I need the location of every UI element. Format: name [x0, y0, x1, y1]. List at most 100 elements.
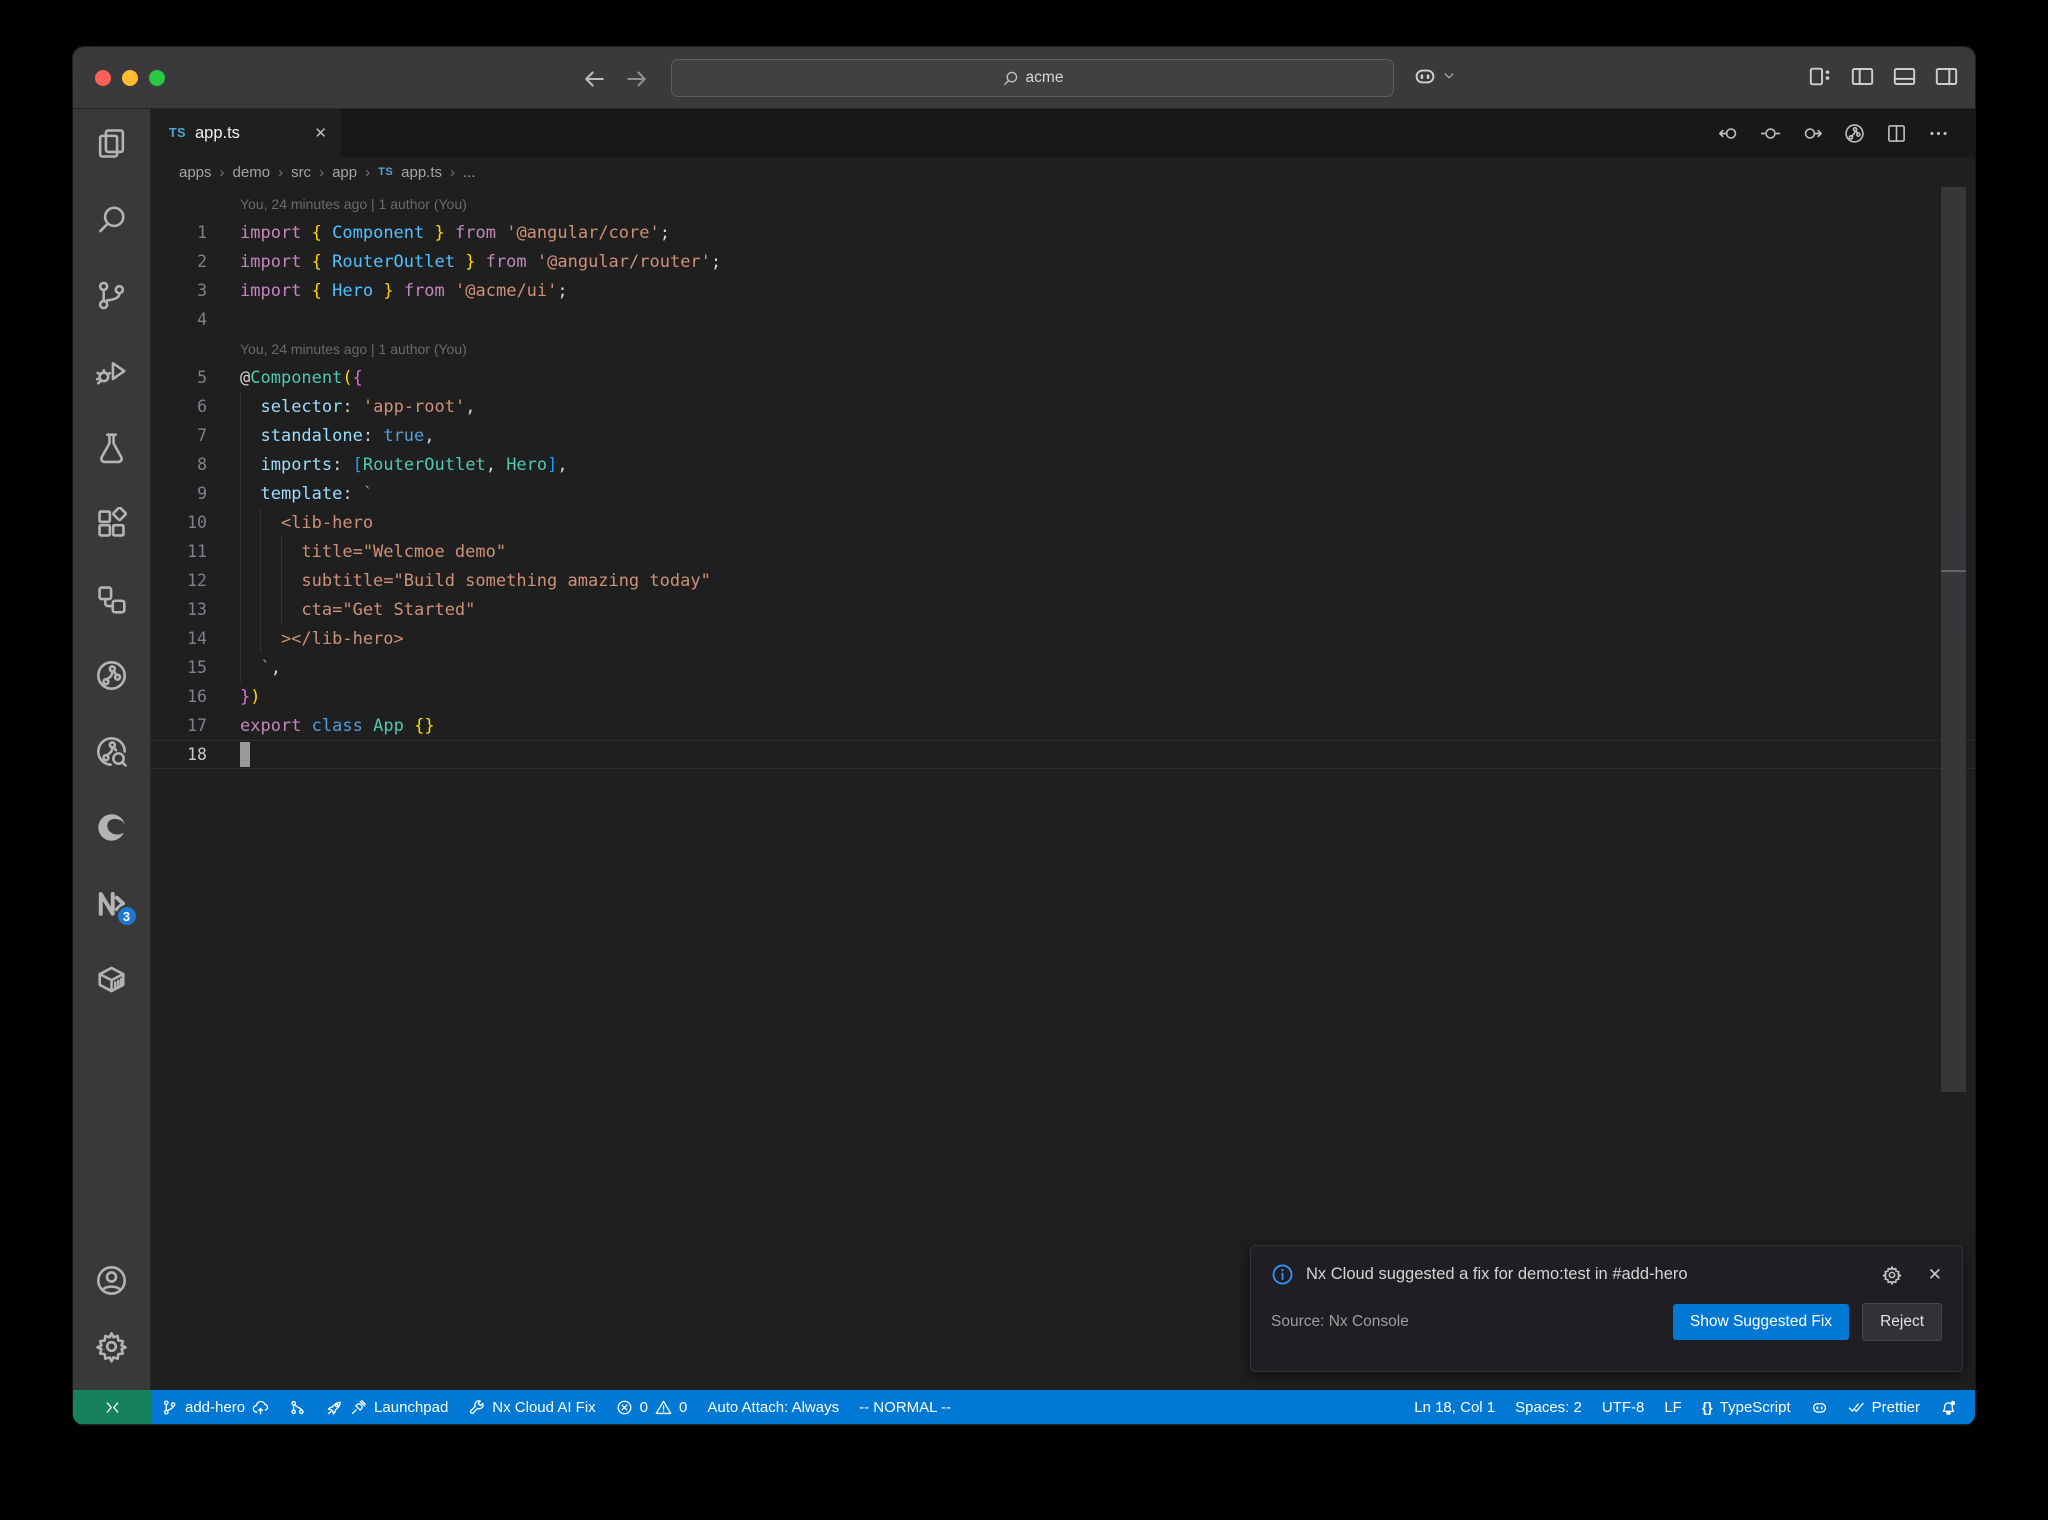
status-item-indentation[interactable]: Spaces: 2 — [1505, 1390, 1592, 1424]
code-line[interactable]: 6 selector: 'app-root', — [151, 392, 1975, 421]
status-item-git-graph[interactable] — [279, 1390, 316, 1424]
status-item-encoding[interactable]: UTF-8 — [1592, 1390, 1655, 1424]
command-center-search[interactable]: acme — [671, 59, 1394, 97]
line-number[interactable]: 8 — [151, 455, 207, 474]
code-content[interactable]: import { Component } from '@angular/core… — [240, 218, 670, 247]
line-number[interactable]: 3 — [151, 281, 207, 300]
breadcrumb-item[interactable]: app.ts — [401, 164, 442, 181]
show-suggested-fix-button[interactable]: Show Suggested Fix — [1672, 1304, 1850, 1340]
arrow-left-icon[interactable] — [581, 66, 607, 92]
line-number[interactable]: 11 — [151, 542, 207, 561]
breadcrumb-item[interactable]: apps — [179, 164, 212, 181]
activity-bar-item-hierarchy[interactable] — [94, 581, 130, 617]
notification-close-icon[interactable]: ✕ — [1928, 1265, 1942, 1285]
code-line[interactable]: 18 — [151, 740, 1975, 769]
line-number[interactable]: 5 — [151, 368, 207, 387]
minimize-window-button[interactable] — [122, 70, 138, 86]
breadcrumb-item[interactable]: ... — [463, 164, 476, 181]
code-line[interactable]: 9 template: ` — [151, 479, 1975, 508]
activity-bar-item-source-control[interactable] — [94, 277, 130, 313]
line-number[interactable]: 13 — [151, 600, 207, 619]
status-item-nx-cloud-ai-fix[interactable]: Nx Cloud AI Fix — [458, 1390, 605, 1424]
code-line[interactable]: 12 subtitle="Build something amazing tod… — [151, 566, 1975, 595]
line-number[interactable]: 16 — [151, 687, 207, 706]
status-item-cursor-position[interactable]: Ln 18, Col 1 — [1404, 1390, 1505, 1424]
status-item-language-mode[interactable]: {} TypeScript — [1692, 1390, 1801, 1424]
code-line[interactable]: 3 import { Hero } from '@acme/ui'; — [151, 276, 1975, 305]
reject-button[interactable]: Reject — [1862, 1303, 1942, 1341]
line-number[interactable]: 17 — [151, 716, 207, 735]
code-line[interactable]: 2 import { RouterOutlet } from '@angular/… — [151, 247, 1975, 276]
code-content[interactable]: ></lib-hero> — [240, 624, 404, 653]
more-icon[interactable] — [1928, 123, 1949, 144]
code-line[interactable]: 1 import { Component } from '@angular/cor… — [151, 218, 1975, 247]
activity-bar-item-nx-console[interactable]: 3 — [94, 885, 138, 927]
line-number[interactable]: 4 — [151, 310, 207, 329]
status-item-formatter[interactable]: Prettier — [1838, 1390, 1930, 1424]
activity-bar-item-search[interactable] — [94, 201, 130, 237]
panel-left-icon[interactable] — [1850, 64, 1875, 89]
close-tab-icon[interactable]: ✕ — [314, 124, 327, 142]
status-item-launchpad[interactable]: Launchpad — [316, 1390, 458, 1424]
activity-bar-item-files[interactable] — [94, 125, 130, 161]
code-content[interactable]: }) — [240, 682, 261, 711]
activity-bar-item-container[interactable] — [94, 961, 130, 997]
code-content[interactable]: cta="Get Started" — [240, 595, 475, 624]
code-content[interactable]: template: ` — [240, 479, 373, 508]
line-number[interactable]: 14 — [151, 629, 207, 648]
code-content[interactable]: `, — [240, 653, 281, 682]
breadcrumb-item[interactable]: src — [291, 164, 311, 181]
code-content[interactable]: title="Welcmoe demo" — [240, 537, 506, 566]
code-content[interactable]: import { RouterOutlet } from '@angular/r… — [240, 247, 721, 276]
breadcrumb-item[interactable]: demo — [233, 164, 271, 181]
code-line[interactable]: 15 `, — [151, 653, 1975, 682]
code-line[interactable]: 4 — [151, 305, 1975, 334]
status-item-eol[interactable]: LF — [1654, 1390, 1692, 1424]
editor-scrollbar[interactable] — [1941, 187, 1966, 1092]
code-line[interactable]: 11 title="Welcmoe demo" — [151, 537, 1975, 566]
line-number[interactable]: 18 — [151, 745, 207, 764]
panel-right-icon[interactable] — [1934, 64, 1959, 89]
activity-bar-item-debug[interactable] — [94, 353, 130, 389]
nav-forward-circle-icon[interactable] — [1802, 123, 1823, 144]
code-content[interactable]: imports: [RouterOutlet, Hero], — [240, 450, 568, 479]
status-item-copilot-status[interactable] — [1801, 1390, 1838, 1424]
panel-bottom-icon[interactable] — [1892, 64, 1917, 89]
activity-bar-item-settings[interactable] — [94, 1328, 130, 1364]
code-content[interactable]: export class App {} — [240, 711, 435, 740]
code-line[interactable]: 17 export class App {} — [151, 711, 1975, 740]
activity-bar-item-nx-tasks[interactable] — [94, 733, 130, 769]
code-content[interactable]: standalone: true, — [240, 421, 435, 450]
line-number[interactable]: 9 — [151, 484, 207, 503]
code-editor[interactable]: You, 24 minutes ago | 1 author (You) 1 imp… — [151, 187, 1975, 1390]
status-item-git-branch[interactable]: add-hero — [151, 1390, 279, 1424]
nav-back-circle-icon[interactable] — [1718, 123, 1739, 144]
activity-bar-item-testing[interactable] — [94, 429, 130, 465]
code-line[interactable]: 14 ></lib-hero> — [151, 624, 1975, 653]
code-content[interactable]: @ Component({ — [240, 363, 363, 392]
status-item-notifications-bell[interactable] — [1930, 1390, 1967, 1424]
line-number[interactable]: 15 — [151, 658, 207, 677]
code-line[interactable]: 5 @ Component({ — [151, 363, 1975, 392]
code-line[interactable]: 7 standalone: true, — [151, 421, 1975, 450]
code-line[interactable]: 8 imports: [RouterOutlet, Hero], — [151, 450, 1975, 479]
line-number[interactable]: 10 — [151, 513, 207, 532]
activity-bar-item-account[interactable] — [94, 1262, 130, 1298]
nav-circle-icon[interactable] — [1760, 123, 1781, 144]
status-item-remote-indicator[interactable] — [73, 1390, 151, 1424]
line-number[interactable]: 6 — [151, 397, 207, 416]
arrow-right-icon[interactable] — [624, 66, 650, 92]
breadcrumb-item[interactable]: app — [332, 164, 357, 181]
line-number[interactable]: 12 — [151, 571, 207, 590]
code-content[interactable]: selector: 'app-root', — [240, 392, 475, 421]
status-item-problems[interactable]: 00 — [606, 1390, 698, 1424]
code-content[interactable]: import { Hero } from '@acme/ui'; — [240, 276, 568, 305]
code-line[interactable]: 13 cta="Get Started" — [151, 595, 1975, 624]
activity-bar-item-nx-graph[interactable] — [94, 657, 130, 693]
settings-icon[interactable] — [1882, 1265, 1902, 1285]
split-editor-icon[interactable] — [1886, 123, 1907, 144]
status-item-auto-attach[interactable]: Auto Attach: Always — [697, 1390, 849, 1424]
code-content[interactable]: <lib-hero — [240, 508, 373, 537]
tab-app-ts[interactable]: TS app.ts ✕ — [151, 109, 341, 157]
line-number[interactable]: 2 — [151, 252, 207, 271]
